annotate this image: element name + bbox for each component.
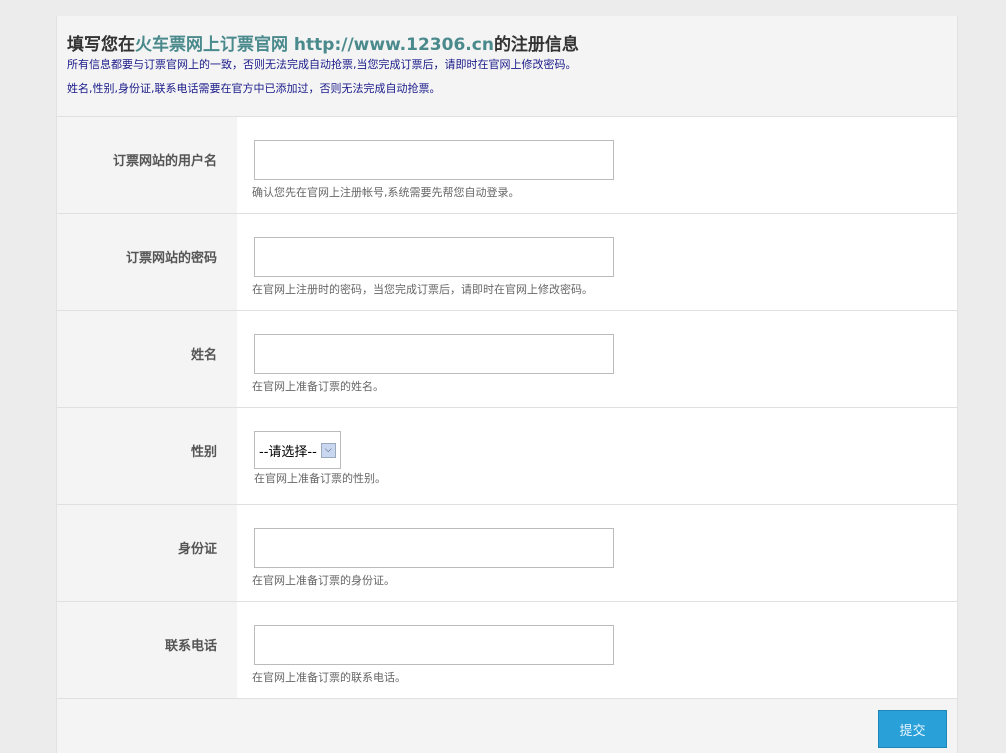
title-suffix: 的注册信息 xyxy=(493,35,579,55)
title-prefix: 填写您在 xyxy=(67,35,135,55)
field-row-name: 姓名 在官网上准备订票的姓名。 xyxy=(57,311,957,408)
submit-button[interactable]: 提交 xyxy=(878,710,947,748)
id-card-input[interactable] xyxy=(254,528,614,568)
name-input[interactable] xyxy=(254,334,614,374)
note-passengers: 姓名,性别,身份证,联系电话需要在官方中已添加过，否则无法完成自动抢票。 xyxy=(67,82,441,95)
page-title: 填写您在火车票网上订票官网 http://www.12306.cn的注册信息 xyxy=(67,16,947,55)
field-label: 联系电话 xyxy=(164,639,217,654)
form-header: 填写您在火车票网上订票官网 http://www.12306.cn的注册信息 所… xyxy=(57,16,957,117)
field-label: 订票网站的密码 xyxy=(125,251,217,266)
field-hint: 在官网上准备订票的性别。 xyxy=(254,472,386,485)
field-label: 姓名 xyxy=(190,348,217,363)
registration-panel: 填写您在火车票网上订票官网 http://www.12306.cn的注册信息 所… xyxy=(56,16,958,753)
note-consistency: 所有信息都要与订票官网上的一致，否则无法完成自动抢票,当您完成订票后，请即时在官… xyxy=(67,58,577,71)
field-hint: 在官网上准备订票的联系电话。 xyxy=(252,671,406,684)
field-hint: 确认您先在官网上注册帐号,系统需要先帮您自动登录。 xyxy=(252,186,520,199)
chevron-down-icon[interactable]: ⌵ xyxy=(320,442,336,458)
field-row-phone: 联系电话 在官网上准备订票的联系电话。 xyxy=(57,602,957,699)
field-hint: 在官网上注册时的密码，当您完成订票后，请即时在官网上修改密码。 xyxy=(252,283,593,296)
gender-select[interactable]: --请选择-- ⌵ xyxy=(254,431,341,469)
field-row-password: 订票网站的密码 在官网上注册时的密码，当您完成订票后，请即时在官网上修改密码。 xyxy=(57,214,957,311)
title-link: 火车票网上订票官网 http://www.12306.cn xyxy=(135,35,494,55)
field-label: 订票网站的用户名 xyxy=(112,154,217,169)
field-hint: 在官网上准备订票的姓名。 xyxy=(252,380,384,393)
field-hint: 在官网上准备订票的身份证。 xyxy=(252,574,395,587)
field-label: 身份证 xyxy=(177,542,217,557)
field-label: 性别 xyxy=(190,445,217,460)
username-input[interactable] xyxy=(254,140,614,180)
field-row-username: 订票网站的用户名 确认您先在官网上注册帐号,系统需要先帮您自动登录。 xyxy=(57,117,957,214)
gender-selected: --请选择-- xyxy=(259,444,317,460)
password-input[interactable] xyxy=(254,237,614,277)
phone-input[interactable] xyxy=(254,625,614,665)
field-row-gender: 性别 --请选择-- ⌵ 在官网上准备订票的性别。 xyxy=(57,408,957,505)
field-row-id-card: 身份证 在官网上准备订票的身份证。 xyxy=(57,505,957,602)
